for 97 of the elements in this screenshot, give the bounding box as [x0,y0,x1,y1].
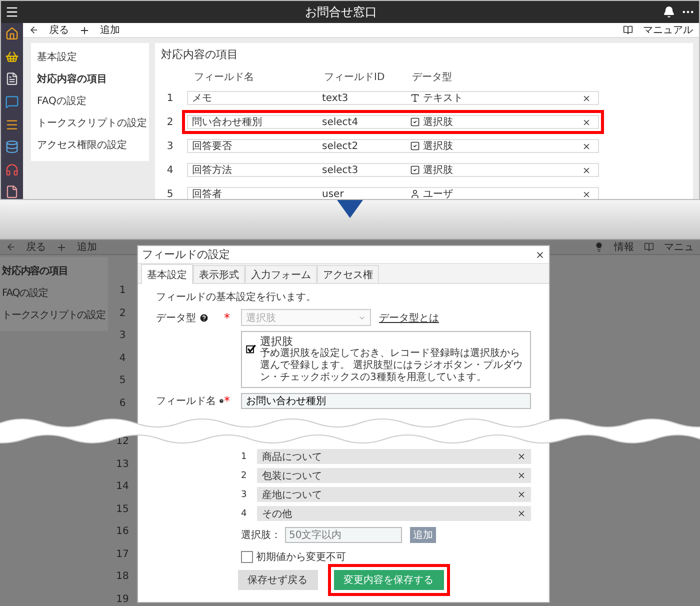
menu-item[interactable]: アクセス権限の設定 [31,135,149,157]
add-link[interactable]: 追加 [77,240,97,254]
menu-item[interactable]: 基本設定 [31,47,149,69]
window-title: お問合せ窓口 [304,4,378,20]
remove-icon[interactable] [517,452,526,461]
remove-icon[interactable] [517,490,526,499]
basket-icon[interactable] [5,50,19,64]
info-heading: 選択肢 [260,335,294,348]
tab[interactable]: 基本設定 [141,264,193,284]
headset-icon[interactable] [5,162,19,176]
chat-icon[interactable] [5,94,19,108]
book-icon[interactable] [623,25,633,35]
close-icon[interactable] [535,250,545,260]
tab[interactable]: アクセス権 [317,265,379,283]
row-number: 15 [116,504,129,516]
choice-number: 1 [241,452,248,462]
lightbulb-icon[interactable] [594,242,604,252]
row-number: 19 [116,594,129,606]
bell-icon[interactable] [663,6,675,18]
row-number: 1 [119,285,126,298]
close-icon[interactable] [582,118,591,126]
checkbox-label: 初期値から変更不可 [256,550,346,564]
menu-item[interactable]: 対応内容の項目 [0,261,108,283]
menu-item[interactable]: FAQの設定 [31,91,149,113]
list-icon[interactable] [5,118,19,132]
choice-item[interactable]: 商品について [257,449,531,464]
field-row[interactable]: 問い合わせ種別 select4 選択肢 [182,110,604,134]
row-number: 2 [166,116,174,128]
row-number: 16 [116,526,129,539]
required-mark: * [224,310,231,324]
menu-item[interactable]: 対応内容の項目 [31,69,149,91]
add-link[interactable]: 追加 [100,23,120,37]
choice-number: 3 [241,490,248,500]
row-number: 3 [119,330,126,343]
back-link[interactable]: 戻る [49,23,69,37]
help-icon[interactable] [219,396,224,406]
database-icon[interactable] [5,140,19,154]
document-icon[interactable] [5,72,19,86]
menu-item[interactable]: FAQの設定 [0,283,108,305]
cancel-button[interactable]: 保存せず戻る [238,570,318,590]
choice-number: 4 [241,508,248,518]
row-number: 5 [119,375,126,388]
field-name-input[interactable]: お問い合わせ種別 [241,393,531,409]
down-triangle-icon [337,200,363,218]
manual-link[interactable]: マニュ [664,240,694,254]
file-icon[interactable] [5,185,19,199]
row-number: 2 [119,308,126,320]
dialog-title: フィールドの設定 [142,247,230,262]
close-icon[interactable] [582,190,591,198]
menu-item[interactable]: トークスクリプトの設定 [31,113,149,135]
tab[interactable]: 入力フォーム [245,265,317,283]
checkbox-icon [410,117,420,127]
home-icon[interactable] [5,27,19,41]
row-number: 4 [119,352,126,366]
field-label: フィールド名 [156,395,216,408]
help-icon[interactable] [199,312,209,322]
user-icon [410,189,420,199]
column-header: フィールド名 [193,71,255,84]
row-number: 13 [116,458,129,472]
column-header: データ型 [411,70,453,84]
plus-icon[interactable] [79,24,90,36]
description: フィールドの基本設定を行います。 [156,290,317,304]
checkbox-icon [410,165,420,175]
row-number: 17 [116,548,129,562]
info-link[interactable]: 情報 [614,240,634,254]
checkbox-icon [410,141,420,151]
panel-title: 対応内容の項目 [161,47,239,62]
text-type-icon [410,93,420,103]
tab[interactable]: 表示形式 [193,265,245,283]
checkbox[interactable] [241,551,253,563]
manual-link[interactable]: マニュアル [643,23,693,37]
column-header: フィールドID [323,71,386,84]
close-icon[interactable] [582,166,591,174]
close-icon[interactable] [582,142,591,150]
choice-input[interactable]: 50文字以内 [285,527,402,543]
required-mark: * [224,394,231,408]
row-number: 3 [166,140,174,152]
info-text: 予め選択肢を設定しておき、レコード登録時は選択肢から選んで登録します。 選択肢型にはラジオボタン・プルダウン・チェックボックスの3種類を用意しています。 [260,348,524,384]
choice-item[interactable]: 包装について [257,468,531,483]
remove-icon[interactable] [517,471,526,480]
close-icon[interactable] [582,94,591,102]
menu-item[interactable]: トークスクリプトの設定 [0,305,108,327]
remove-icon[interactable] [517,509,526,518]
row-number: 18 [116,571,129,584]
row-number: 1 [166,92,174,104]
choice-label: 選択肢： [241,528,281,542]
field-label: データ型 [156,312,196,324]
back-link[interactable]: 戻る [26,240,46,254]
choice-item[interactable]: 産地について [257,487,531,502]
choice-number: 2 [241,470,248,480]
row-number: 5 [166,188,174,199]
menu-icon[interactable] [5,5,19,19]
arrow-left-icon[interactable] [29,25,39,35]
row-number: 6 [119,398,126,410]
row-number: 14 [116,481,129,494]
row-number: 4 [166,164,174,176]
choice-item[interactable]: その他 [257,506,531,521]
